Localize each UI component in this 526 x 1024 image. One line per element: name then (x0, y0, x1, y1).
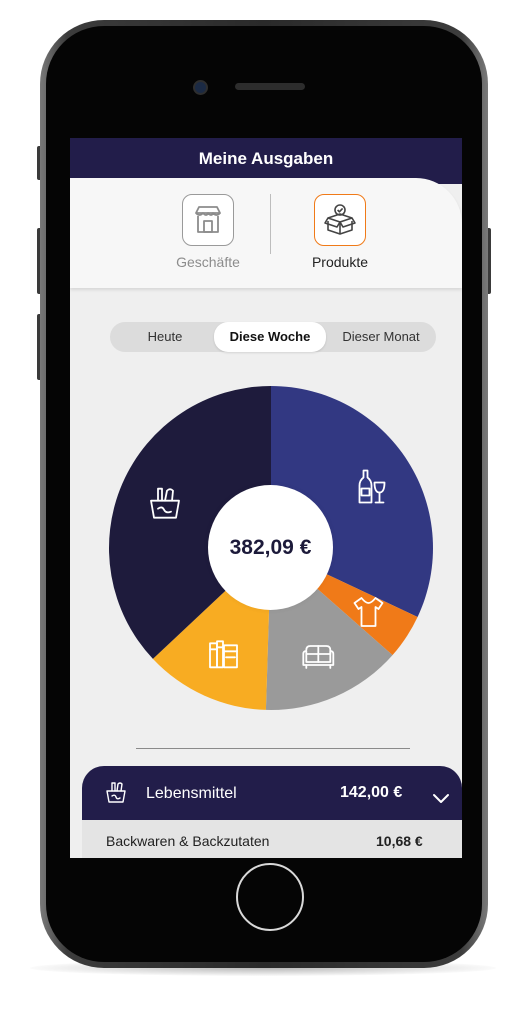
front-camera (193, 80, 208, 95)
view-switch-divider (270, 194, 271, 254)
spending-chart: 382,09 € (70, 378, 462, 718)
category-name: Lebensmittel (146, 785, 237, 802)
category-row-lebensmittel[interactable]: Lebensmittel 142,00 € (82, 766, 462, 820)
tab-this-week[interactable]: Diese Woche (214, 322, 326, 352)
grocery-bag-icon (106, 782, 126, 803)
period-tabs: Heute Diese Woche Dieser Monat (110, 322, 436, 352)
box-icon-box (314, 194, 366, 246)
page-title: Meine Ausgaben (198, 149, 334, 168)
box-icon (324, 204, 356, 235)
subcategory-name: Backwaren & Backzutaten (106, 833, 270, 849)
view-switch-stores-button[interactable]: Geschäfte (158, 194, 258, 280)
store-icon (195, 206, 221, 233)
tab-today[interactable]: Heute (110, 322, 220, 352)
subcategory-amount: 10,68 € (376, 833, 423, 849)
store-icon-box (182, 194, 234, 246)
tab-this-month[interactable]: Dieser Monat (326, 322, 436, 352)
view-switch-panel: Geschäfte Produkte (70, 178, 462, 288)
total-amount: 382,09 € (208, 485, 333, 610)
subcategory-row[interactable]: Backwaren & Backzutaten 10,68 € (82, 820, 462, 858)
app-screen: Meine Ausgaben Geschäfte Produkte Heute … (70, 138, 462, 858)
view-switch-stores-label: Geschäfte (176, 254, 240, 270)
chevron-down-icon[interactable] (432, 790, 450, 808)
earpiece-speaker (235, 83, 305, 90)
home-button[interactable] (236, 863, 304, 931)
view-switch-products-button[interactable]: Produkte (290, 194, 390, 280)
category-amount: 142,00 € (340, 784, 403, 801)
section-divider (136, 748, 410, 749)
total-amount-value: 382,09 € (229, 535, 312, 559)
view-switch-products-label: Produkte (311, 254, 369, 270)
